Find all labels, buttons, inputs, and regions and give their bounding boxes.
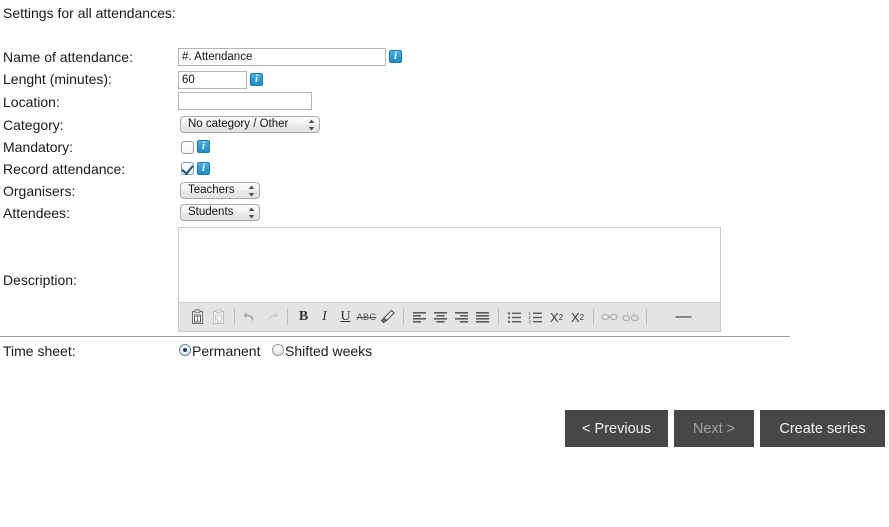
- timesheet-radio-shifted-weeks-label: Shifted weeks: [285, 343, 373, 359]
- attendees-select-value: Students: [188, 206, 234, 218]
- numbered-list-icon[interactable]: 123: [525, 306, 546, 328]
- toolbar-separator: [646, 309, 647, 325]
- align-left-icon[interactable]: [409, 306, 430, 328]
- svg-text:3: 3: [528, 319, 531, 324]
- chevron-updown-icon: [248, 185, 255, 197]
- organisers-select[interactable]: Teachers: [180, 182, 260, 199]
- description-editor[interactable]: T C B I U ABC 1 2 3 X 2 X 2 —: [178, 227, 721, 332]
- mandatory-info-icon[interactable]: [197, 140, 210, 153]
- special-char-icon[interactable]: —: [673, 306, 694, 328]
- label-time-sheet: Time sheet:: [3, 343, 76, 359]
- record-attendance-info-icon[interactable]: [197, 162, 210, 175]
- category-select[interactable]: No category / Other: [180, 116, 320, 133]
- link-icon[interactable]: [599, 306, 620, 328]
- label-description: Description:: [3, 272, 77, 288]
- category-select-value: No category / Other: [188, 118, 289, 130]
- align-right-icon[interactable]: [451, 306, 472, 328]
- label-location: Location:: [3, 94, 60, 110]
- bold-icon[interactable]: B: [293, 306, 314, 328]
- label-lenght-minutes: Lenght (minutes):: [3, 71, 112, 87]
- align-center-icon[interactable]: [430, 306, 451, 328]
- paste-text-icon[interactable]: T: [187, 306, 208, 328]
- horizontal-rule-icon[interactable]: [652, 306, 673, 328]
- italic-icon[interactable]: I: [314, 306, 335, 328]
- undo-icon[interactable]: [240, 306, 261, 328]
- redo-icon[interactable]: [261, 306, 282, 328]
- lenght-minutes-input[interactable]: [178, 71, 247, 89]
- lenght-minutes-info-icon[interactable]: [250, 73, 263, 86]
- timesheet-radio-shifted-weeks[interactable]: [272, 344, 284, 356]
- chevron-updown-icon: [248, 207, 255, 219]
- superscript-icon[interactable]: X2: [567, 306, 588, 328]
- record-attendance-checkbox[interactable]: [181, 162, 194, 175]
- page-title: Settings for all attendances:: [3, 5, 176, 21]
- toolbar-separator: [403, 309, 404, 325]
- label-record-attendance: Record attendance:: [3, 161, 126, 177]
- mandatory-checkbox[interactable]: [181, 141, 194, 154]
- toolbar-separator: [234, 309, 235, 325]
- svg-text:T: T: [195, 315, 200, 323]
- toolbar-separator: [498, 309, 499, 325]
- unlink-icon[interactable]: [620, 306, 641, 328]
- label-attendees: Attendees:: [3, 205, 70, 221]
- label-category: Category:: [3, 117, 64, 133]
- label-organisers: Organisers:: [3, 183, 76, 199]
- name-of-attendance-info-icon[interactable]: [389, 50, 402, 63]
- next-button[interactable]: Next >: [674, 410, 754, 447]
- timesheet-radio-permanent-label: Permanent: [192, 343, 261, 359]
- name-of-attendance-input[interactable]: [178, 48, 386, 66]
- timesheet-radio-permanent[interactable]: [179, 344, 191, 356]
- description-editor-content[interactable]: [179, 228, 720, 304]
- location-input[interactable]: [178, 92, 312, 110]
- previous-button[interactable]: < Previous: [565, 410, 668, 447]
- toolbar-separator: [593, 309, 594, 325]
- bulleted-list-icon[interactable]: [504, 306, 525, 328]
- create-series-button[interactable]: Create series: [760, 410, 885, 447]
- chevron-updown-icon: [308, 119, 315, 131]
- strikethrough-icon[interactable]: ABC: [356, 306, 377, 328]
- toolbar-separator: [287, 309, 288, 325]
- label-name-of-attendance: Name of attendance:: [3, 49, 133, 65]
- label-mandatory: Mandatory:: [3, 139, 74, 155]
- justify-icon[interactable]: [472, 306, 493, 328]
- section-divider: [0, 336, 790, 337]
- subscript-icon[interactable]: X2: [546, 306, 567, 328]
- underline-icon[interactable]: U: [335, 306, 356, 328]
- remove-format-icon[interactable]: [377, 306, 398, 328]
- description-editor-toolbar: T C B I U ABC 1 2 3 X 2 X 2 —: [179, 302, 720, 331]
- attendees-select[interactable]: Students: [180, 204, 260, 221]
- svg-text:C: C: [216, 315, 221, 323]
- paste-word-icon[interactable]: C: [208, 306, 229, 328]
- organisers-select-value: Teachers: [188, 184, 235, 196]
